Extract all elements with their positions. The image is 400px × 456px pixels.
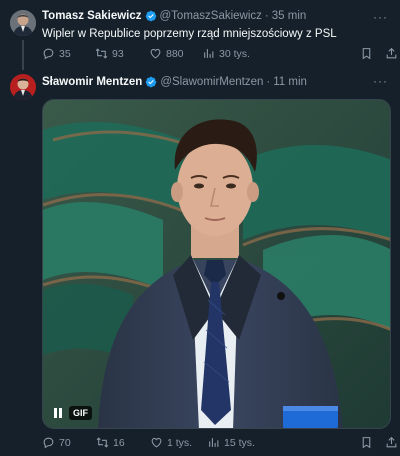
author-handle[interactable]: @SlawomirMentzen [160, 76, 263, 88]
tweet-header: Sławomir Mentzen @SlawomirMentzen · 11 m… [42, 76, 307, 88]
heart-icon [151, 437, 162, 448]
avatar-photo [10, 74, 36, 100]
timestamp[interactable]: 11 min [273, 76, 307, 88]
author-name[interactable]: Sławomir Mentzen [42, 76, 142, 88]
reply-icon [43, 437, 54, 449]
share-icon[interactable] [385, 436, 398, 449]
gif-badge: GIF [69, 406, 92, 420]
gif-controls: GIF [51, 406, 92, 420]
retweet-count: 16 [113, 436, 125, 449]
reply-button[interactable]: 70 [42, 436, 96, 449]
tweet-actions: 70 16 1 tys. 15 tys. [42, 436, 261, 449]
verified-badge-icon [146, 76, 157, 88]
tweet-right-actions [360, 436, 398, 449]
retweet-icon [96, 437, 109, 448]
tweet-mentzen[interactable]: Sławomir Mentzen @SlawomirMentzen · 11 m… [0, 0, 400, 456]
more-options-icon[interactable]: ··· [373, 74, 388, 88]
views-chart-icon [209, 438, 219, 447]
separator-dot: · [266, 76, 271, 88]
gif-media[interactable]: GIF [42, 99, 391, 429]
views-button[interactable]: 15 tys. [207, 436, 261, 449]
like-button[interactable]: 1 tys. [150, 436, 207, 449]
like-count: 1 tys. [167, 436, 193, 449]
reply-count: 70 [59, 436, 71, 449]
view-count: 15 tys. [224, 436, 255, 449]
avatar[interactable] [10, 74, 36, 100]
bookmark-icon[interactable] [360, 436, 373, 449]
pause-icon[interactable] [51, 406, 65, 420]
gif-frame [43, 100, 390, 428]
retweet-button[interactable]: 16 [96, 436, 150, 449]
